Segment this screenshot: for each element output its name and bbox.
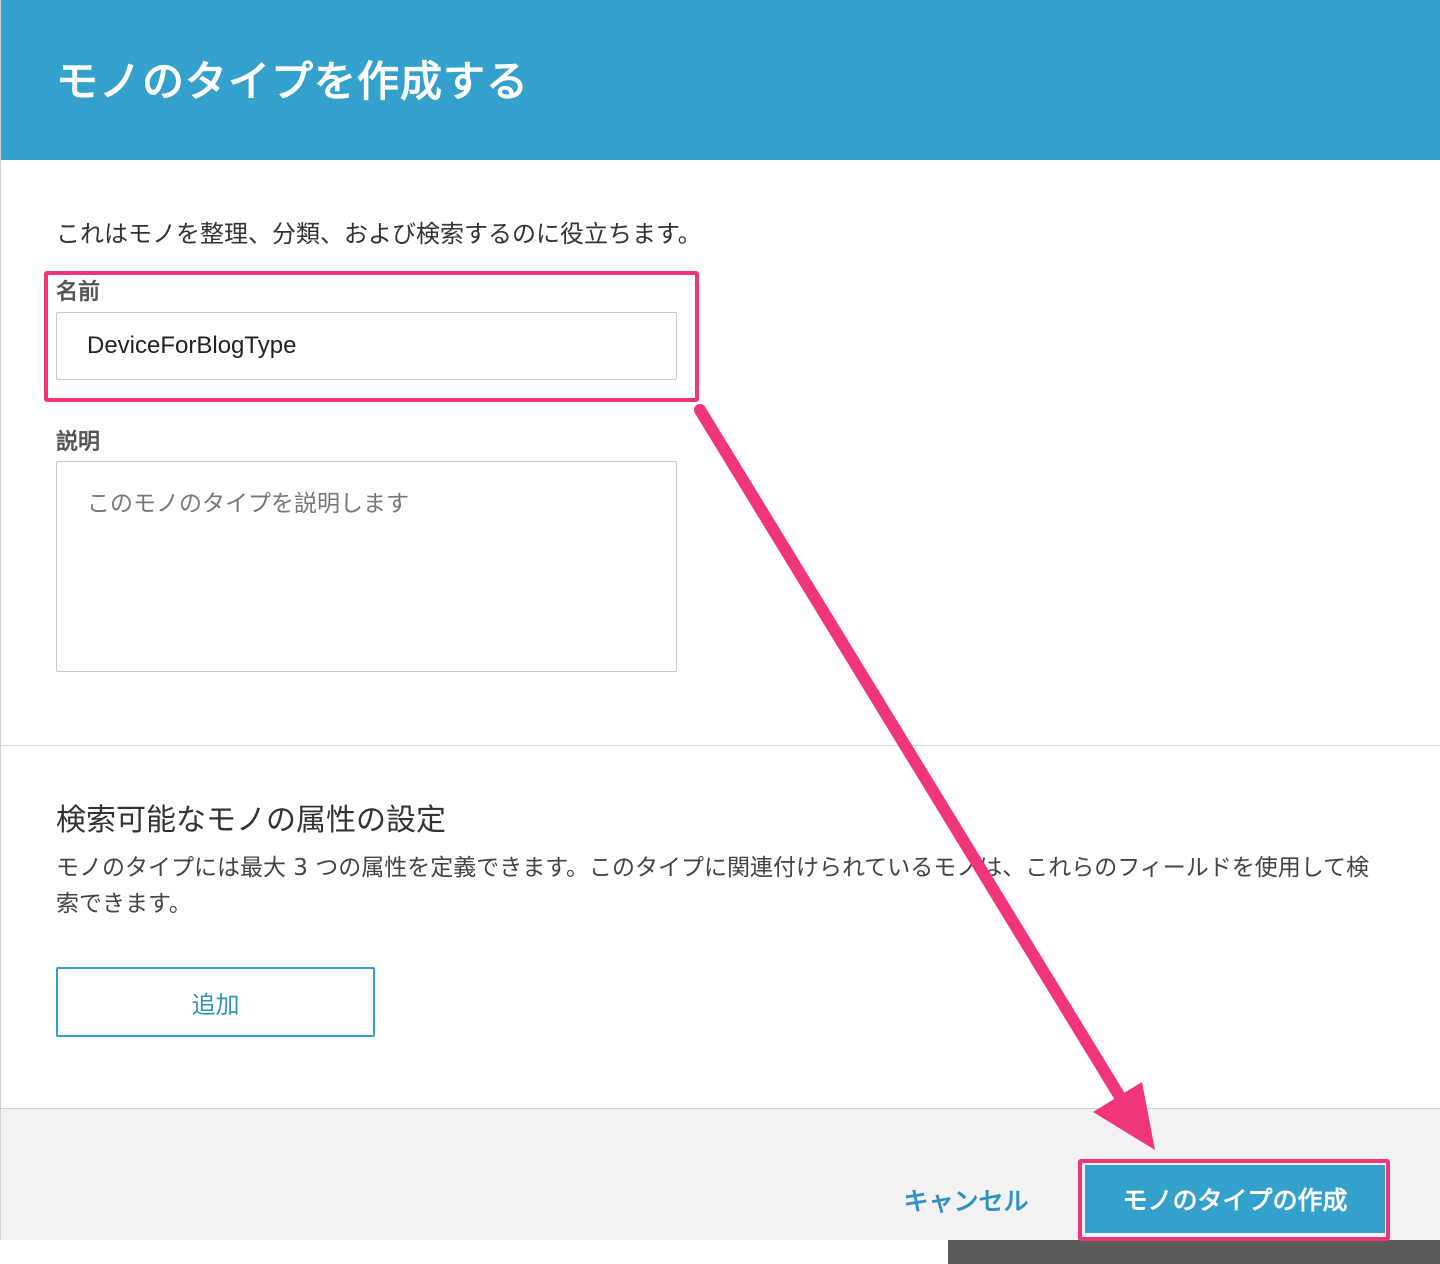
cancel-button[interactable]: キャンセル <box>881 1168 1051 1232</box>
name-input[interactable] <box>56 312 677 380</box>
dialog-intro-text: これはモノを整理、分類、および検索するのに役立ちます。 <box>56 220 702 248</box>
dialog-title: モノのタイプを作成する <box>56 57 530 106</box>
description-textarea[interactable] <box>56 461 677 672</box>
name-label: 名前 <box>56 280 101 305</box>
background-panel <box>948 1240 1440 1264</box>
description-label: 説明 <box>56 430 101 455</box>
create-thing-type-dialog: モノのタイプを作成する これはモノを整理、分類、および検索するのに役立ちます。 … <box>0 0 1440 1240</box>
searchable-attributes-description: モノのタイプには最大 3 つの属性を定義できます。このタイプに関連付けられている… <box>56 855 1370 917</box>
section-divider <box>1 745 1440 746</box>
searchable-attributes-title: 検索可能なモノの属性の設定 <box>56 803 446 838</box>
dialog-header: モノのタイプを作成する <box>1 0 1440 160</box>
create-thing-type-button[interactable]: モノのタイプの作成 <box>1085 1165 1385 1233</box>
add-attribute-button[interactable]: 追加 <box>56 967 375 1037</box>
